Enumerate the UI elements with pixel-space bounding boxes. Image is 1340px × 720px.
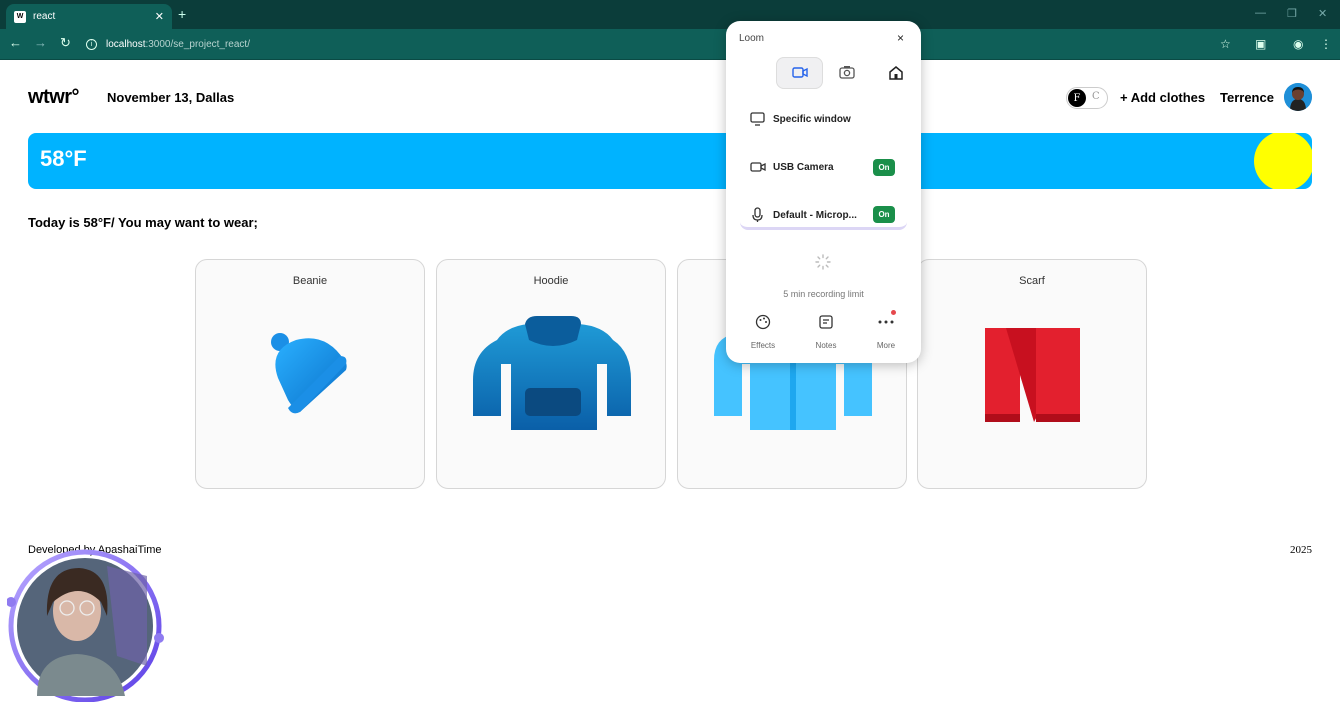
toggle-f: F	[1068, 89, 1086, 107]
bookmark-star-icon[interactable]: ☆	[1220, 37, 1231, 51]
mode-screenshot-button[interactable]	[823, 57, 870, 89]
camera-on-toggle[interactable]: On	[873, 159, 895, 176]
monitor-icon	[750, 112, 765, 126]
palette-icon	[755, 314, 771, 330]
site-info-icon[interactable]: i	[86, 38, 97, 50]
more-button[interactable]: More	[866, 313, 906, 350]
app-logo[interactable]: wtwr°	[28, 86, 80, 109]
add-clothes-button[interactable]: + Add clothes	[1120, 90, 1205, 105]
microphone-icon	[752, 207, 763, 222]
weather-temperature: 58°F	[40, 146, 87, 171]
forward-icon[interactable]: →	[34, 35, 47, 50]
loom-close-icon[interactable]: ×	[897, 31, 904, 45]
weather-banner: 58°F	[28, 133, 1312, 189]
camera-selector[interactable]: USB Camera	[750, 160, 834, 174]
minimize-icon[interactable]: —	[1255, 7, 1266, 19]
notes-icon	[819, 315, 833, 329]
effects-label: Effects	[750, 341, 776, 350]
profile-icon[interactable]: ◉	[1293, 37, 1303, 51]
avatar[interactable]	[1284, 83, 1312, 111]
recommendation-text: Today is 58°F/ You may want to wear;	[28, 215, 258, 230]
item-card-hoodie[interactable]: Hoodie	[436, 259, 666, 489]
recording-limit-text: 5 min recording limit	[783, 289, 864, 299]
favicon-icon: W	[14, 10, 26, 23]
camera-label: USB Camera	[773, 161, 834, 173]
url-host: localhost	[106, 38, 146, 50]
effects-button[interactable]: Effects	[743, 313, 783, 350]
tab-title: react	[33, 11, 56, 22]
mode-video-button[interactable]	[776, 57, 823, 89]
item-card-scarf[interactable]: Scarf	[917, 259, 1147, 489]
camera-icon	[750, 162, 766, 172]
address-bar[interactable]: i localhost:3000/se_project_react/	[86, 33, 1246, 55]
url-path: :3000/se_project_react/	[145, 38, 250, 50]
browser-tab[interactable]: W react ✕	[6, 4, 172, 29]
microphone-selector[interactable]: Default - Microp...	[750, 207, 857, 223]
beanie-icon	[271, 333, 347, 414]
sun-icon	[1254, 133, 1312, 189]
source-selector[interactable]: Specific window	[750, 112, 851, 126]
back-icon[interactable]: ←	[9, 35, 22, 50]
microphone-label: Default - Microp...	[773, 209, 857, 221]
camera-bubble[interactable]	[7, 546, 167, 702]
date-location: November 13, Dallas	[107, 90, 235, 105]
window-close-icon[interactable]: ✕	[1318, 7, 1327, 20]
more-label: More	[876, 341, 896, 350]
browser-toolbar: ← → ↻ i localhost:3000/se_project_react/…	[0, 29, 1340, 60]
loading-spinner-icon	[815, 254, 831, 270]
temperature-unit-toggle[interactable]: F C	[1066, 87, 1108, 109]
username[interactable]: Terrence	[1220, 90, 1274, 105]
tab-close-icon[interactable]: ✕	[155, 10, 164, 23]
item-card-beanie[interactable]: Beanie	[195, 259, 425, 489]
footer-year: 2025	[1290, 544, 1312, 556]
restore-icon[interactable]: ❐	[1287, 7, 1297, 20]
menu-icon[interactable]: ⋮	[1320, 37, 1332, 51]
notification-dot	[891, 310, 896, 315]
scarf-icon	[985, 328, 1080, 422]
loom-popup: Loom × Specific window USB Camera On Def…	[726, 21, 921, 363]
loom-title: Loom	[739, 33, 765, 44]
toggle-c: C	[1092, 91, 1100, 102]
hoodie-icon	[473, 316, 631, 430]
notes-label: Notes	[815, 341, 837, 350]
new-tab-icon[interactable]: +	[178, 6, 186, 22]
microphone-on-toggle[interactable]: On	[873, 206, 895, 223]
mic-level-meter	[740, 222, 907, 230]
reload-icon[interactable]: ↻	[60, 35, 71, 51]
media-icon[interactable]: ▣	[1255, 37, 1266, 51]
browser-tab-bar: W react ✕ + — ❐ ✕	[0, 0, 1340, 29]
home-icon[interactable]	[886, 63, 906, 83]
source-label: Specific window	[773, 113, 851, 125]
more-dots-icon	[878, 320, 894, 324]
notes-button[interactable]: Notes	[806, 313, 846, 350]
